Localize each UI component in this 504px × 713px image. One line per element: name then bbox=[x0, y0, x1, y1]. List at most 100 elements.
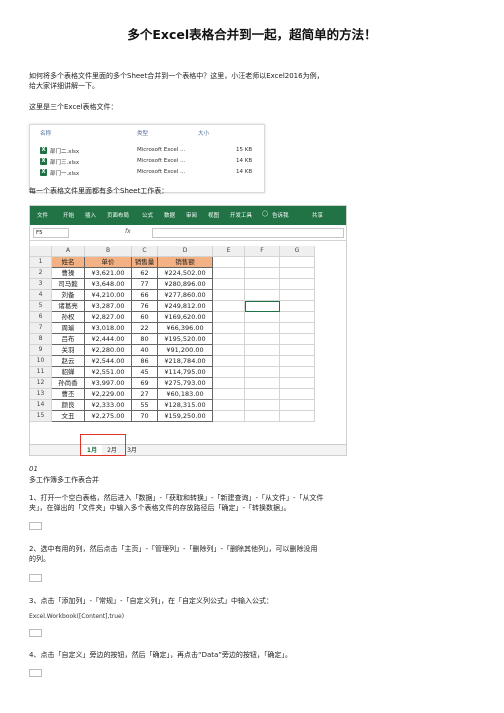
row-header[interactable]: 12 bbox=[30, 378, 52, 389]
grid-cell[interactable] bbox=[245, 389, 280, 400]
ribbon-tab[interactable]: 数据 bbox=[164, 211, 175, 219]
grid-cell[interactable] bbox=[280, 345, 315, 356]
row-header[interactable]: 7 bbox=[30, 323, 52, 334]
tell-me-box[interactable]: 告诉我 bbox=[272, 211, 289, 219]
grid-cell[interactable]: 27 bbox=[132, 389, 158, 400]
row-header[interactable]: 8 bbox=[30, 334, 52, 345]
grid-cell[interactable]: ¥3,287.00 bbox=[85, 301, 132, 312]
grid-cell[interactable]: ¥2,280.00 bbox=[85, 345, 132, 356]
grid-cell[interactable]: ¥218,784.00 bbox=[158, 356, 213, 367]
row-header[interactable]: 2 bbox=[30, 268, 52, 279]
grid-cell[interactable]: ¥2,275.00 bbox=[85, 411, 132, 422]
grid-cell[interactable] bbox=[245, 356, 280, 367]
grid-cell[interactable]: 40 bbox=[132, 345, 158, 356]
table-header-cell[interactable]: 销售额 bbox=[158, 257, 213, 268]
grid-cell[interactable]: ¥249,812.00 bbox=[158, 301, 213, 312]
column-header[interactable]: G bbox=[280, 246, 315, 257]
name-box[interactable]: F5 bbox=[33, 228, 69, 238]
grid-cell[interactable] bbox=[280, 290, 315, 301]
grid-cell[interactable] bbox=[245, 367, 280, 378]
grid-cell[interactable] bbox=[280, 378, 315, 389]
grid-cell[interactable] bbox=[280, 411, 315, 422]
grid-cell[interactable] bbox=[245, 400, 280, 411]
grid-cell[interactable] bbox=[213, 389, 245, 400]
grid-cell[interactable] bbox=[245, 312, 280, 323]
file-row[interactable]: X 部门一.xlsx Microsoft Excel ... 14 KB bbox=[30, 168, 266, 178]
ribbon-tab[interactable]: 插入 bbox=[85, 211, 96, 219]
grid-cell[interactable] bbox=[213, 290, 245, 301]
ribbon-tab[interactable]: 开始 bbox=[63, 211, 74, 219]
row-header[interactable]: 11 bbox=[30, 367, 52, 378]
grid-cell[interactable] bbox=[213, 301, 245, 312]
row-header[interactable]: 5 bbox=[30, 301, 52, 312]
select-all-corner[interactable] bbox=[30, 246, 52, 257]
grid-cell[interactable]: 吕布 bbox=[52, 334, 85, 345]
grid-cell[interactable]: ¥2,551.00 bbox=[85, 367, 132, 378]
row-header[interactable]: 4 bbox=[30, 290, 52, 301]
grid-cell[interactable]: 关羽 bbox=[52, 345, 85, 356]
grid-cell[interactable] bbox=[213, 334, 245, 345]
grid-cell[interactable]: 22 bbox=[132, 323, 158, 334]
grid-cell[interactable]: 司马懿 bbox=[52, 279, 85, 290]
row-header[interactable]: 6 bbox=[30, 312, 52, 323]
row-header[interactable]: 3 bbox=[30, 279, 52, 290]
grid-cell[interactable]: ¥3,621.00 bbox=[85, 268, 132, 279]
column-header[interactable]: D bbox=[158, 246, 213, 257]
grid-cell[interactable]: ¥2,544.00 bbox=[85, 356, 132, 367]
row-header[interactable]: 1 bbox=[30, 257, 52, 268]
active-cell[interactable] bbox=[245, 301, 280, 312]
grid-cell[interactable] bbox=[245, 378, 280, 389]
grid-cell[interactable] bbox=[280, 268, 315, 279]
grid-cell[interactable]: 诸葛亮 bbox=[52, 301, 85, 312]
grid-cell[interactable]: 曹操 bbox=[52, 268, 85, 279]
grid-cell[interactable]: ¥280,896.00 bbox=[158, 279, 213, 290]
grid-cell[interactable]: ¥3,018.00 bbox=[85, 323, 132, 334]
grid-cell[interactable] bbox=[213, 367, 245, 378]
grid-cell[interactable]: 60 bbox=[132, 312, 158, 323]
grid-cell[interactable] bbox=[213, 312, 245, 323]
table-header-cell[interactable]: 销售量 bbox=[132, 257, 158, 268]
grid-cell[interactable] bbox=[280, 400, 315, 411]
grid-cell[interactable] bbox=[213, 279, 245, 290]
fx-icon[interactable]: fx bbox=[125, 228, 131, 235]
grid-cell[interactable]: ¥2,827.00 bbox=[85, 312, 132, 323]
grid-cell[interactable]: ¥66,396.00 bbox=[158, 323, 213, 334]
ribbon-tab[interactable]: 审阅 bbox=[186, 211, 197, 219]
file-row[interactable]: X 部门三.xlsx Microsoft Excel ... 14 KB bbox=[30, 157, 266, 167]
grid-cell[interactable]: 77 bbox=[132, 279, 158, 290]
grid-cell[interactable] bbox=[245, 334, 280, 345]
grid-cell[interactable] bbox=[245, 411, 280, 422]
grid-cell[interactable] bbox=[213, 411, 245, 422]
grid-cell[interactable]: 赵云 bbox=[52, 356, 85, 367]
grid-cell[interactable] bbox=[245, 323, 280, 334]
share-button[interactable]: 共享 bbox=[312, 211, 323, 219]
grid-cell[interactable]: ¥4,210.00 bbox=[85, 290, 132, 301]
ribbon-tab[interactable]: 公式 bbox=[142, 211, 153, 219]
formula-input[interactable] bbox=[152, 228, 344, 238]
ribbon-tab[interactable]: 文件 bbox=[37, 211, 48, 219]
grid-cell[interactable] bbox=[280, 367, 315, 378]
grid-cell[interactable]: 貂蝉 bbox=[52, 367, 85, 378]
column-header[interactable]: A bbox=[52, 246, 85, 257]
ribbon-tab[interactable]: 视图 bbox=[208, 211, 219, 219]
grid-cell[interactable]: 86 bbox=[132, 356, 158, 367]
grid-cell[interactable]: 69 bbox=[132, 378, 158, 389]
grid-cell[interactable]: ¥91,200.00 bbox=[158, 345, 213, 356]
grid-cell[interactable]: ¥2,444.00 bbox=[85, 334, 132, 345]
grid-cell[interactable]: 孙权 bbox=[52, 312, 85, 323]
row-header[interactable]: 10 bbox=[30, 356, 52, 367]
column-header[interactable]: E bbox=[213, 246, 245, 257]
grid-cell[interactable]: 颜良 bbox=[52, 400, 85, 411]
grid-cell[interactable] bbox=[245, 268, 280, 279]
ribbon-tab[interactable]: 开发工具 bbox=[230, 211, 252, 219]
grid-cell[interactable]: 曹丕 bbox=[52, 389, 85, 400]
grid-cell[interactable] bbox=[213, 257, 245, 268]
grid-cell[interactable] bbox=[213, 268, 245, 279]
grid-cell[interactable] bbox=[280, 257, 315, 268]
grid-cell[interactable]: ¥60,183.00 bbox=[158, 389, 213, 400]
column-header[interactable]: B bbox=[85, 246, 132, 257]
grid-cell[interactable] bbox=[280, 301, 315, 312]
grid-cell[interactable]: ¥169,620.00 bbox=[158, 312, 213, 323]
grid-cell[interactable] bbox=[280, 389, 315, 400]
grid-cell[interactable] bbox=[280, 312, 315, 323]
